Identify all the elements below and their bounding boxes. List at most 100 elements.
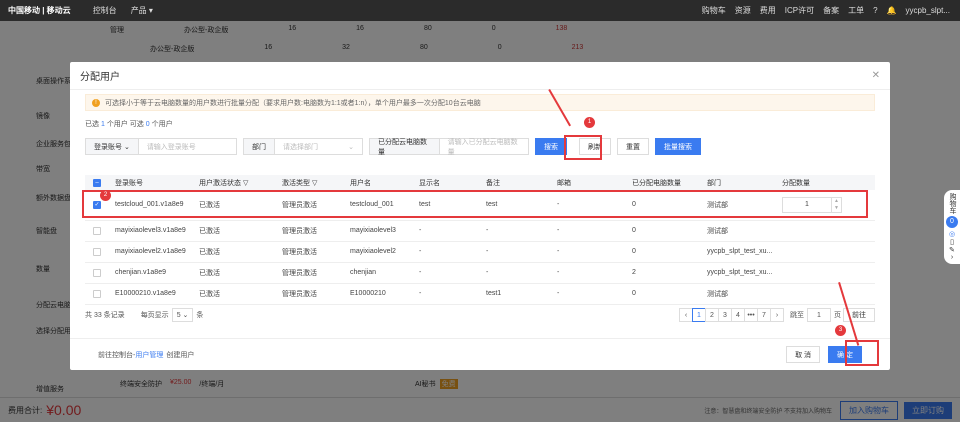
account-input[interactable]: 请输入登录账号 <box>139 139 204 154</box>
user-management-link[interactable]: 用户管理 <box>135 350 163 360</box>
table-cell: 已激活 <box>191 283 274 305</box>
filter-bar: 登录账号 ⌄ 请输入登录账号 部门 请选择部门 ⌄ 已分配云电脑数量 请输入已分配… <box>85 138 701 156</box>
highlight-confirm <box>845 340 879 366</box>
table-cell: chenjian <box>342 262 411 284</box>
help-icon[interactable]: ? <box>873 6 877 15</box>
chevron-down-icon: ⌄ <box>348 143 354 151</box>
goto-label: 跳至 <box>790 312 804 319</box>
close-icon[interactable]: ✕ <box>872 70 880 81</box>
logo: 中国移动 | 移动云 <box>8 6 71 15</box>
page-button[interactable]: 1 <box>692 308 706 322</box>
table-cell: 0 <box>624 241 699 263</box>
account-type-select[interactable]: 登录账号 ⌄ <box>86 139 139 154</box>
account-filter: 登录账号 ⌄ 请输入登录账号 <box>85 138 237 155</box>
pagination: 共 33 条记录 每页显示 5 ⌄ 条 ‹ 1 2 3 4 ••• 7 › 跳至 1 页 前往 <box>85 308 875 322</box>
page-button[interactable]: ‹ <box>679 308 693 322</box>
user-menu[interactable]: yycpb_slpt... <box>906 6 950 15</box>
notice-text: 可选择小于等于云电脑数量的用户数进行批量分配（要求用户数:电脑数为1:1或者1:… <box>105 99 481 107</box>
table-cell: 管理员激活 <box>274 220 342 242</box>
table-cell: 已激活 <box>191 220 274 242</box>
selected-count: 1 <box>100 121 105 128</box>
table-cell: test1 <box>478 283 549 305</box>
table-row[interactable]: E10000210.v1a8e9 已激活 管理员激活 E10000210- test1-… <box>85 283 875 305</box>
col-account: 登录账号 <box>107 175 191 190</box>
table-cell: yycpb_slpt_test_xu... <box>699 262 774 284</box>
page-unit: 页 <box>834 312 841 319</box>
col-username: 用户名 <box>342 175 411 190</box>
table-row[interactable]: mayixiaolevel2.v1a8e9 已激活 管理员激活 mayixiaolev… <box>85 241 875 263</box>
table-row[interactable]: mayixiaolevel3.v1a8e9 已激活 管理员激活 mayixiaolev… <box>85 220 875 242</box>
dept-select[interactable]: 请选择部门 ⌄ <box>275 139 362 154</box>
col-assigned: 已分配电脑数量 <box>624 175 699 190</box>
cart-icon[interactable]: 购物车 <box>947 193 957 214</box>
page-button[interactable]: › <box>770 308 784 322</box>
page-button[interactable]: 4 <box>731 308 745 322</box>
step-badge: 1 <box>584 117 595 128</box>
batch-search-button[interactable]: 批量搜索 <box>655 138 701 155</box>
reset-button[interactable]: 重置 <box>617 138 649 155</box>
count-label: 已分配云电脑数量 <box>370 139 440 156</box>
cancel-button[interactable]: 取 消 <box>786 346 821 363</box>
table-row[interactable]: chenjian.v1a8e9 已激活 管理员激活 chenjian - - -2 yycpb… <box>85 262 875 284</box>
table-cell: 管理员激活 <box>274 283 342 305</box>
highlight-refresh <box>564 135 602 160</box>
table-cell: - <box>478 241 549 263</box>
table-cell: 管理员激活 <box>274 241 342 263</box>
book-icon[interactable]: ▯ <box>944 238 960 246</box>
step-badge: 2 <box>100 190 111 201</box>
per-page-value: 5 <box>176 312 181 319</box>
nav-billing[interactable]: 费用 <box>760 5 776 16</box>
col-type[interactable]: 激活类型 ▽ <box>274 175 342 190</box>
select-all-checkbox[interactable]: – <box>93 178 101 187</box>
sel-text: 已选 <box>85 121 99 128</box>
table-cell: mayixiaolevel3 <box>342 220 411 242</box>
dialog-title: 分配用户 <box>80 72 120 83</box>
table-cell: 2 <box>624 262 699 284</box>
table-cell: - <box>411 283 478 305</box>
chevron-right-icon[interactable]: › <box>944 254 960 261</box>
nav-ticket[interactable]: 工单 <box>848 5 864 16</box>
dept-filter: 部门 请选择部门 ⌄ <box>243 138 363 155</box>
count-filter: 已分配云电脑数量 请输入已分配云电脑数量 <box>369 138 529 156</box>
notice-banner: ! 可选择小于等于云电脑数量的用户数进行批量分配（要求用户数:电脑数为1:1或者… <box>85 94 875 111</box>
selection-summary: 已选 1 个用户 可选 0 个用户 <box>85 119 875 129</box>
table-cell: - <box>411 241 478 263</box>
per-page-select[interactable]: 5 ⌄ <box>171 308 194 322</box>
row-checkbox[interactable] <box>93 289 101 298</box>
nav-console[interactable]: 控制台 <box>93 5 117 16</box>
goto-input[interactable]: 1 <box>807 308 831 322</box>
page-button[interactable]: 2 <box>705 308 719 322</box>
page-button[interactable]: 7 <box>757 308 771 322</box>
page-button[interactable]: 3 <box>718 308 732 322</box>
table-cell: mayixiaolevel3.v1a8e9 <box>107 220 191 242</box>
row-checkbox[interactable] <box>93 268 101 277</box>
table-cell: E10000210.v1a8e9 <box>107 283 191 305</box>
edit-icon[interactable]: ✎ <box>944 246 960 254</box>
nav-resources[interactable]: 资源 <box>735 5 751 16</box>
table-cell: chenjian.v1a8e9 <box>107 262 191 284</box>
nav-cart[interactable]: 购物车 <box>702 5 726 16</box>
row-checkbox[interactable] <box>93 247 101 256</box>
row-checkbox[interactable] <box>93 226 101 235</box>
headset-icon[interactable]: ◎ <box>944 230 960 238</box>
table-cell: - <box>549 262 624 284</box>
nav-products[interactable]: 产品 ▾ <box>131 5 153 16</box>
total-records: 共 33 条记录 <box>85 312 125 319</box>
page-list: ‹ 1 2 3 4 ••• 7 › <box>679 308 784 322</box>
nav-filing[interactable]: 备案 <box>823 5 839 16</box>
warning-icon: ! <box>92 98 100 107</box>
sel-text: 个用户 <box>151 121 173 128</box>
table-cell: - <box>478 220 549 242</box>
count-input[interactable]: 请输入已分配云电脑数量 <box>440 139 528 156</box>
bell-icon[interactable]: 🔔 <box>887 6 897 15</box>
highlight-row <box>82 190 868 218</box>
nav-icp[interactable]: ICP许可 <box>785 5 814 16</box>
right-dock: 购物车 0 ◎ ▯ ✎ › <box>944 190 960 264</box>
table-cell: E10000210 <box>342 283 411 305</box>
search-button[interactable]: 搜索 <box>535 138 567 155</box>
footer-text: 前往控制台- <box>98 351 136 359</box>
col-status[interactable]: 用户激活状态 ▽ <box>191 175 274 190</box>
cart-count: 0 <box>946 216 958 228</box>
page-button[interactable]: ••• <box>744 308 758 322</box>
table-cell: mayixiaolevel2.v1a8e9 <box>107 241 191 263</box>
